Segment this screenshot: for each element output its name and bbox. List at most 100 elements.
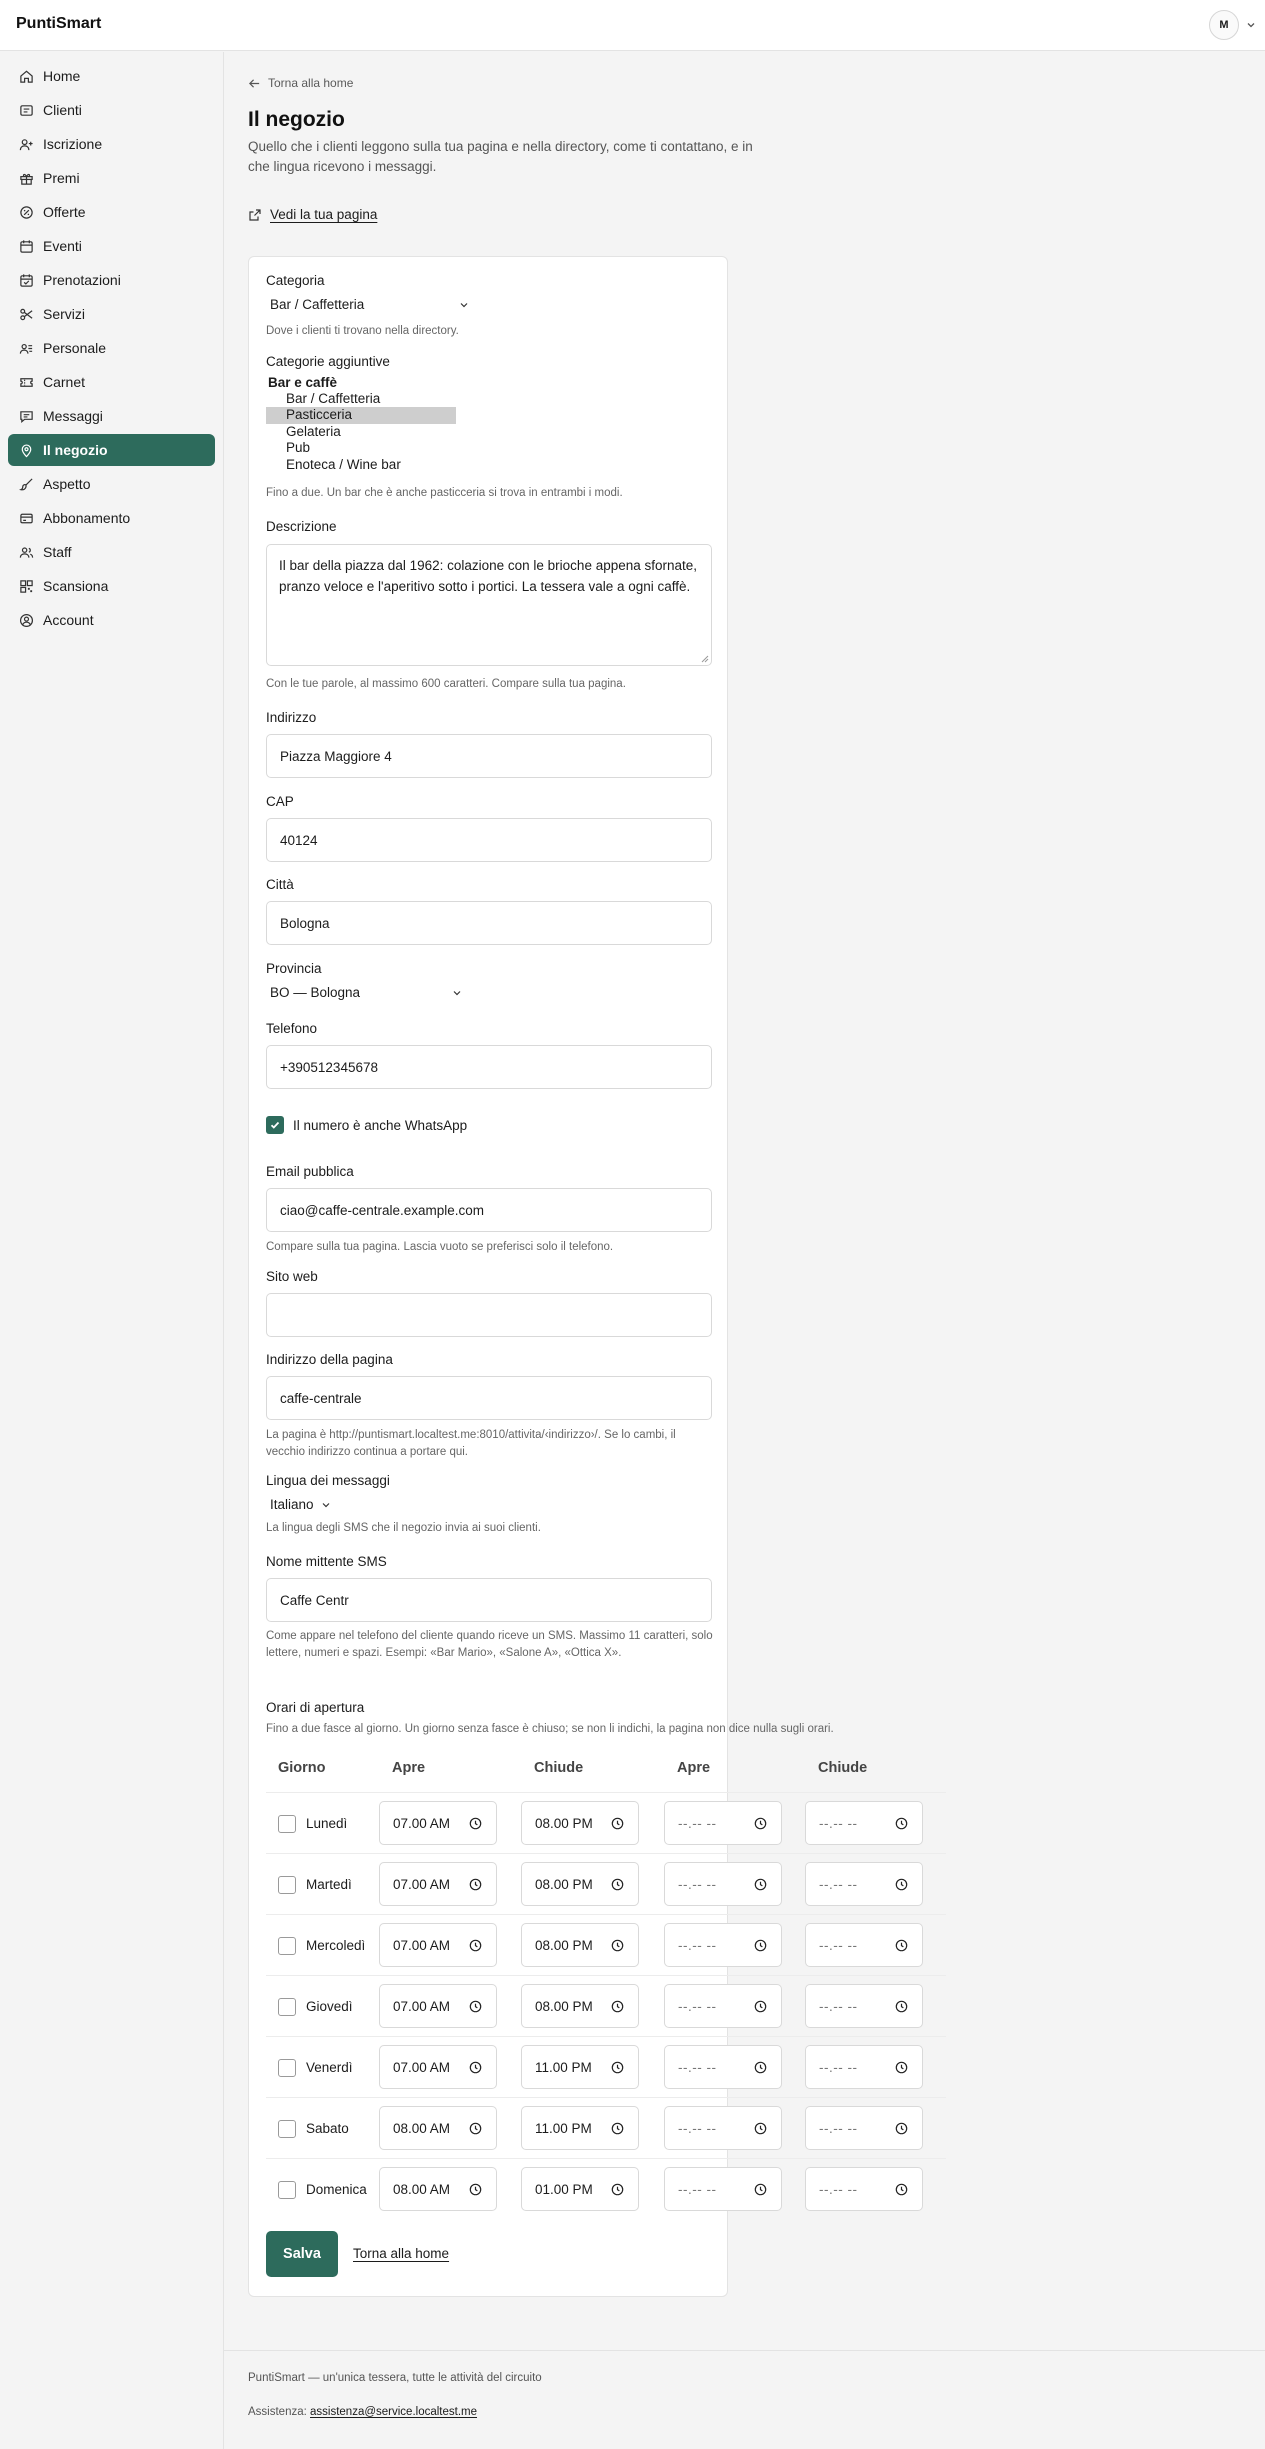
account-menu[interactable]: M [1209, 10, 1257, 40]
sidebar-item-account[interactable]: Account [8, 604, 215, 636]
sidebar-item-il-negozio[interactable]: Il negozio [8, 434, 215, 466]
chevron-down-icon [460, 302, 468, 307]
open-time-2-input[interactable]: --.-- -- [664, 1923, 782, 1967]
assist-email-link[interactable]: assistenza@service.localtest.me [310, 2406, 477, 2418]
time-value: 08.00 PM [535, 1998, 593, 2014]
sidebar-item-premi[interactable]: Premi [8, 162, 215, 194]
close-time-2-input[interactable]: --.-- -- [805, 1923, 923, 1967]
close-time-2-input[interactable]: --.-- -- [805, 1862, 923, 1906]
qr-code-icon [20, 579, 33, 593]
close-time-1-input[interactable]: 11.00 PM [521, 2106, 639, 2150]
phone-input[interactable]: +390512345678 [266, 1045, 712, 1089]
sidebar-item-staff[interactable]: Staff [8, 536, 215, 568]
close-time-2-input[interactable]: --.-- -- [805, 2167, 923, 2211]
sidebar-item-carnet[interactable]: Carnet [8, 366, 215, 398]
open-time-1-input[interactable]: 07.00 AM [379, 1862, 497, 1906]
category-label: Categoria [266, 273, 325, 288]
category-option[interactable]: Bar / Caffetteria [266, 391, 456, 407]
sidebar-item-scansiona[interactable]: Scansiona [8, 570, 215, 602]
close-time-1-input[interactable]: 08.00 PM [521, 1801, 639, 1845]
email-label: Email pubblica [266, 1164, 354, 1179]
address-input[interactable]: Piazza Maggiore 4 [266, 734, 712, 778]
back-home-link[interactable]: Torna alla home [353, 2246, 449, 2261]
province-select[interactable]: BO — Bologna [270, 985, 463, 1000]
sidebar-item-home[interactable]: Home [8, 60, 215, 92]
slug-label: Indirizzo della pagina [266, 1352, 393, 1367]
open-time-1-input[interactable]: 08.00 AM [379, 2106, 497, 2150]
open-time-1-input[interactable]: 07.00 AM [379, 1801, 497, 1845]
closed-day-checkbox[interactable] [278, 2120, 296, 2138]
time-value: --.-- -- [819, 1998, 858, 2014]
open-time-1-input[interactable]: 07.00 AM [379, 1984, 497, 2028]
hours-row: Mercoledì 07.00 AM 08.00 PM --.-- -- --.-- -… [266, 1914, 946, 1975]
category-option[interactable]: Pub [266, 440, 456, 456]
cap-input[interactable]: 40124 [266, 818, 712, 862]
avatar[interactable]: M [1209, 10, 1239, 40]
open-time-2-input[interactable]: --.-- -- [664, 2167, 782, 2211]
language-select[interactable]: Italiano [270, 1497, 332, 1512]
clock-icon [469, 1817, 482, 1830]
sidebar-item-servizi[interactable]: Servizi [8, 298, 215, 330]
sidebar-item-label: Il negozio [43, 442, 108, 458]
time-value: 08.00 PM [535, 1815, 593, 1831]
slug-hint: La pagina è http://puntismart.localtest.… [266, 1429, 676, 1458]
sidebar-item-clienti[interactable]: Clienti [8, 94, 215, 126]
open-time-2-input[interactable]: --.-- -- [664, 1801, 782, 1845]
resize-grip-icon[interactable] [701, 655, 709, 663]
close-time-2-input[interactable]: --.-- -- [805, 2045, 923, 2089]
back-link-label: Torna alla home [268, 76, 354, 90]
close-time-1-input[interactable]: 08.00 PM [521, 1923, 639, 1967]
slug-input[interactable]: caffe-centrale [266, 1376, 712, 1420]
sidebar-item-abbonamento[interactable]: Abbonamento [8, 502, 215, 534]
close-time-1-input[interactable]: 08.00 PM [521, 1984, 639, 2028]
category-option[interactable]: Enoteca / Wine bar [266, 457, 456, 473]
sidebar-item-eventi[interactable]: Eventi [8, 230, 215, 262]
sidebar-item-personale[interactable]: Personale [8, 332, 215, 364]
view-page-link[interactable]: Vedi la tua pagina [248, 207, 377, 222]
extra-categories-listbox[interactable]: Bar e caffè Bar / Caffetteria Pasticceria… [266, 375, 466, 479]
open-time-2-input[interactable]: --.-- -- [664, 2045, 782, 2089]
open-time-1-input[interactable]: 08.00 AM [379, 2167, 497, 2211]
category-select[interactable]: Bar / Caffetteria [270, 297, 470, 312]
category-option[interactable]: Gelateria [266, 424, 456, 440]
closed-day-checkbox[interactable] [278, 2059, 296, 2077]
open-time-2-input[interactable]: --.-- -- [664, 1862, 782, 1906]
save-button[interactable]: Salva [266, 2231, 338, 2277]
whatsapp-label[interactable]: Il numero è anche WhatsApp [293, 1118, 467, 1133]
open-time-1-input[interactable]: 07.00 AM [379, 1923, 497, 1967]
close-time-1-input[interactable]: 11.00 PM [521, 2045, 639, 2089]
category-option[interactable]: Pasticceria [266, 407, 456, 424]
back-to-home-link[interactable]: Torna alla home [248, 76, 353, 90]
close-time-2-input[interactable]: --.-- -- [805, 1984, 923, 2028]
credit-card-icon [20, 513, 33, 523]
closed-day-checkbox[interactable] [278, 1876, 296, 1894]
open-time-2-input[interactable]: --.-- -- [664, 1984, 782, 2028]
open-time-1-input[interactable]: 07.00 AM [379, 2045, 497, 2089]
description-textarea[interactable]: Il bar della piazza dal 1962: colazione … [266, 544, 712, 666]
email-input[interactable]: ciao@caffe-centrale.example.com [266, 1188, 712, 1232]
sidebar-item-aspetto[interactable]: Aspetto [8, 468, 215, 500]
clock-icon [611, 2122, 624, 2135]
city-input[interactable]: Bologna [266, 901, 712, 945]
website-input[interactable] [266, 1293, 712, 1337]
time-value: 07.00 AM [393, 1998, 451, 2014]
brand-logo[interactable]: PuntiSmart [16, 15, 101, 33]
close-time-2-input[interactable]: --.-- -- [805, 1801, 923, 1845]
close-time-1-input[interactable]: 01.00 PM [521, 2167, 639, 2211]
sidebar-item-offerte[interactable]: Offerte [8, 196, 215, 228]
sidebar-item-messaggi[interactable]: Messaggi [8, 400, 215, 432]
clock-icon [469, 1878, 482, 1891]
open-time-2-input[interactable]: --.-- -- [664, 2106, 782, 2150]
closed-day-checkbox[interactable] [278, 1937, 296, 1955]
sms-sender-input[interactable]: Caffe Centr [266, 1578, 712, 1622]
close-time-1-input[interactable]: 08.00 PM [521, 1862, 639, 1906]
clock-icon [754, 1939, 767, 1952]
sidebar-item-iscrizione[interactable]: Iscrizione [8, 128, 215, 160]
sidebar-item-prenotazioni[interactable]: Prenotazioni [8, 264, 215, 296]
closed-day-checkbox[interactable] [278, 2181, 296, 2199]
whatsapp-checkbox[interactable] [266, 1116, 284, 1134]
closed-day-checkbox[interactable] [278, 1815, 296, 1833]
closed-day-checkbox[interactable] [278, 1998, 296, 2016]
email-hint: Compare sulla tua pagina. Lascia vuoto s… [266, 1241, 614, 1253]
close-time-2-input[interactable]: --.-- -- [805, 2106, 923, 2150]
